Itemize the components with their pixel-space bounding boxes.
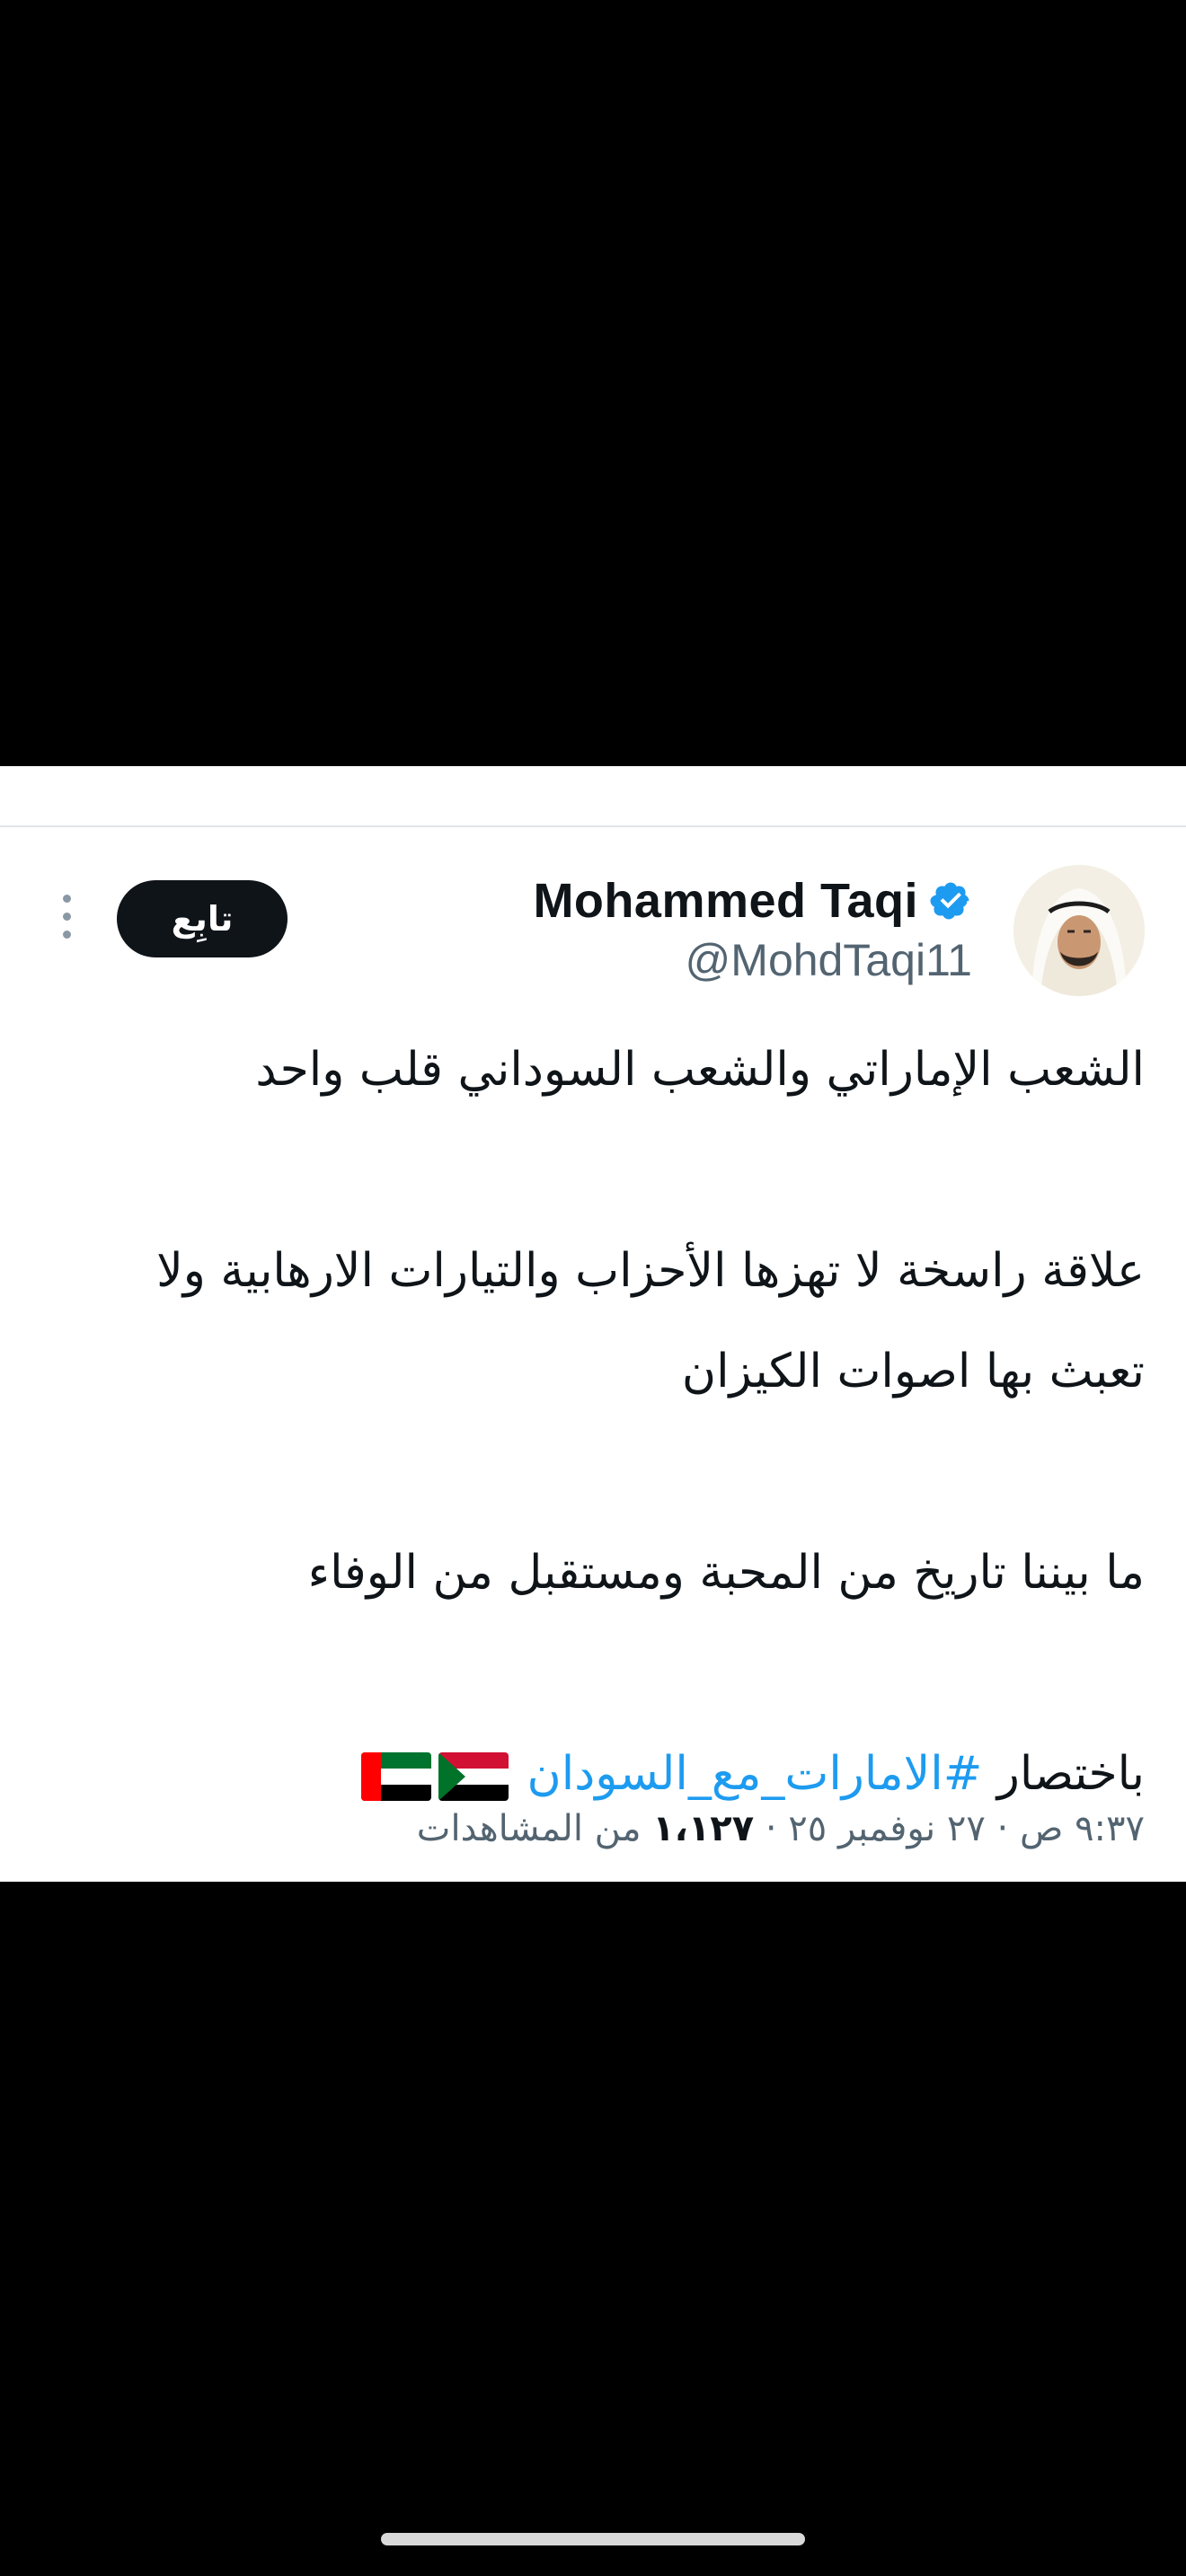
views-count[interactable]: ١،١٢٧ xyxy=(652,1808,754,1849)
display-name-row[interactable]: Mohammed Taqi xyxy=(533,870,972,931)
tweet-meta: ٩:٣٧ ص · ٢٧ نوفمبر ٢٥ · ١،١٢٧ من المشاهد… xyxy=(417,1808,1145,1849)
avatar[interactable] xyxy=(1013,865,1145,996)
uae-flag-icon xyxy=(360,1752,431,1801)
tweet-card: Mohammed Taqi @MohdTaqi11 تابِع الشعب ال… xyxy=(0,766,1186,1882)
tweet-line: الشعب الإماراتي والشعب السوداني قلب واحد xyxy=(255,1043,1145,1097)
views-label: من المشاهدات xyxy=(416,1808,653,1849)
user-handle[interactable]: @MohdTaqi11 xyxy=(686,934,972,986)
tweet-line: علاقة راسخة لا تهزها الأحزاب والتيارات ا… xyxy=(156,1244,1145,1298)
sudan-flag-icon xyxy=(438,1752,509,1801)
tweet-text: الشعب الإماراتي والشعب السوداني قلب واحد… xyxy=(31,1019,1145,1824)
hashtag-link[interactable]: #الامارات_مع_السودان xyxy=(527,1747,983,1801)
top-black-area xyxy=(0,0,1186,766)
tweet-line: تعبث بها اصوات الكيزان xyxy=(681,1345,1145,1398)
home-indicator[interactable] xyxy=(381,2533,805,2545)
tweet-timestamp[interactable]: ٩:٣٧ ص · ٢٧ نوفمبر ٢٥ · xyxy=(754,1808,1145,1849)
more-vertical-icon[interactable] xyxy=(58,895,75,945)
display-name[interactable]: Mohammed Taqi xyxy=(533,873,918,929)
verified-badge-icon xyxy=(929,879,972,922)
divider xyxy=(0,825,1186,827)
tweet-line: ما بيننا تاريخ من المحبة ومستقبل من الوف… xyxy=(307,1546,1145,1600)
tweet-text-prefix: باختصار xyxy=(982,1747,1145,1801)
follow-button[interactable]: تابِع xyxy=(117,880,288,957)
